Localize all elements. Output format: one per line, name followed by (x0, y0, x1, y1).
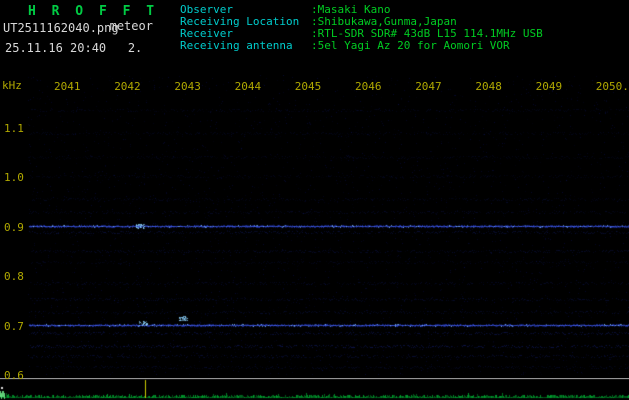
spectrogram-canvas (0, 75, 629, 378)
signal-strip-canvas (0, 378, 629, 400)
y-tick-label: 1.0 (4, 171, 24, 185)
app-title: H R O F F T (28, 4, 159, 19)
y-tick-label: 0.6 (4, 369, 24, 382)
metadata: Observer:Masaki Kano Receiving Location:S… (180, 4, 543, 52)
x-tick-label: 2047 (415, 80, 442, 93)
filename: UT2511162040.png (3, 21, 119, 35)
x-tick-label: 2044 (234, 80, 262, 93)
y-tick-label: 1.1 (4, 122, 24, 135)
x-tick-label: 2045 (294, 80, 322, 93)
x-tick-label: 2050. (595, 80, 629, 93)
y-axis-unit-label: kHz (2, 79, 22, 92)
x-tick-label: 2041 (54, 80, 81, 93)
x-tick-label: 2042 (114, 80, 141, 93)
x-tick-label: 2043 (174, 80, 201, 93)
observation-label: meteor (109, 19, 153, 33)
y-tick-label: 0.7 (4, 319, 24, 333)
x-tick-label: 2049 (535, 80, 563, 93)
file-line: UT2511162040.pngmeteor (3, 19, 153, 35)
y-tick-label: 0.8 (4, 270, 24, 284)
metadata-value: :5el Yagi Az 20 for Aomori VOR (311, 39, 510, 52)
hrofft-screen: H R O F F T UT2511162040.pngmeteor 25.11… (0, 0, 629, 400)
metadata-row: Receiving antenna :5el Yagi Az 20 for Aom… (180, 40, 543, 52)
x-tick-label: 2046 (355, 80, 382, 93)
metadata-label: Receiving antenna (180, 39, 293, 52)
x-tick-label: 2048 (475, 80, 502, 93)
datetime-text: 25.11.16 20:40 2. (5, 41, 143, 55)
y-tick-label: 0.9 (4, 220, 24, 234)
